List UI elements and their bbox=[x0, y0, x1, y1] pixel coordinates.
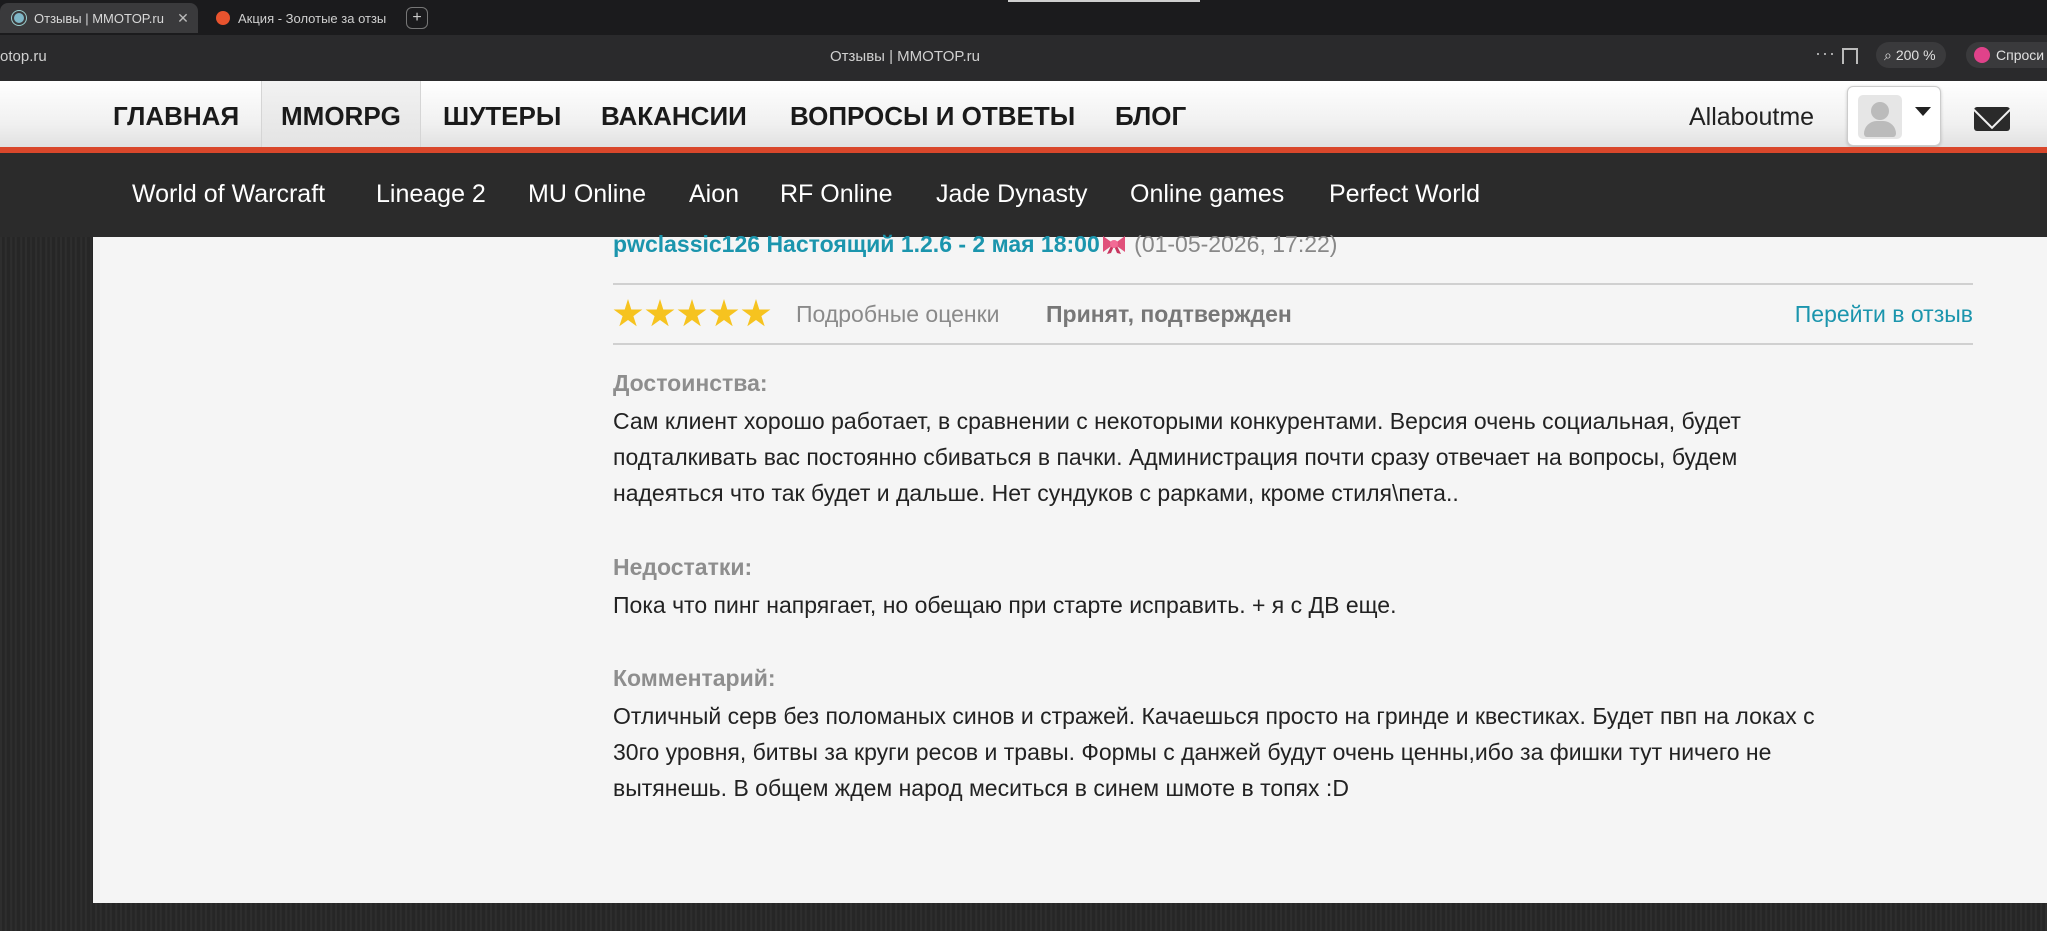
cons-text: Пока что пинг напрягает, но обещаю при с… bbox=[613, 587, 1973, 623]
mail-icon[interactable] bbox=[1974, 107, 2010, 131]
user-menu-button[interactable] bbox=[1847, 86, 1941, 146]
text-line: надеяться что так будет и дальше. Нет су… bbox=[613, 480, 1459, 506]
new-tab-button[interactable]: + bbox=[406, 7, 428, 29]
close-tab-icon[interactable]: ✕ bbox=[174, 10, 192, 27]
magnifier-icon: ⌕ bbox=[1884, 47, 1892, 63]
assistant-label: Спроси bbox=[1996, 47, 2045, 63]
pros-heading: Достоинства: bbox=[613, 370, 768, 396]
text-line: Пока что пинг напрягает, но обещаю при с… bbox=[613, 592, 1397, 618]
subnav-lineage2[interactable]: Lineage 2 bbox=[376, 153, 486, 235]
server-link[interactable]: pwclassic126 Настоящий 1.2.6 - 2 мая 18:… bbox=[613, 231, 1100, 257]
review-content: pwclassic126 Настоящий 1.2.6 - 2 мая 18:… bbox=[93, 231, 2047, 903]
status-badge: Принят, подтвержден bbox=[1046, 301, 1292, 327]
subnav-rf-online[interactable]: RF Online bbox=[780, 153, 893, 235]
text-line: подталкивать вас постоянно сбиваться в п… bbox=[613, 444, 1738, 470]
nav-mmorpg[interactable]: MMORPG bbox=[261, 81, 421, 153]
nav-shooters[interactable]: ШУТЕРЫ bbox=[443, 81, 561, 153]
window-drag-indicator bbox=[1008, 0, 1200, 2]
chevron-down-icon bbox=[1915, 107, 1931, 116]
tab-title: Акция - Золотые за отзы bbox=[238, 10, 387, 26]
more-options-icon[interactable]: ··· bbox=[1815, 43, 1836, 64]
divider bbox=[613, 343, 1973, 345]
text-line: Отличный серв без поломаных синов и стра… bbox=[613, 703, 1815, 729]
nav-vacancies[interactable]: ВАКАНСИИ bbox=[601, 81, 747, 153]
ribbon-icon bbox=[1102, 236, 1125, 254]
nav-blog[interactable]: БЛОГ bbox=[1115, 81, 1186, 153]
browser-tab-bar: Отзывы | MMOTOP.ru ✕ Акция - Золотые за … bbox=[0, 0, 2047, 35]
review-date: (01-05-2026, 17:22) bbox=[1134, 231, 1338, 257]
subnav-mu-online[interactable]: MU Online bbox=[528, 153, 646, 235]
assistant-button[interactable]: Спроси bbox=[1966, 42, 2047, 68]
nav-questions[interactable]: ВОПРОСЫ И ОТВЕТЫ bbox=[790, 81, 1075, 153]
address-bar: otop.ru Отзывы | MMOTOP.ru ··· ⌕ 200 % Сп… bbox=[0, 35, 2047, 81]
subnav-aion[interactable]: Aion bbox=[689, 153, 739, 235]
site-favicon-icon bbox=[12, 11, 26, 25]
zoom-button[interactable]: ⌕ 200 % bbox=[1876, 42, 1946, 68]
tab-reviews[interactable]: Отзывы | MMOTOP.ru ✕ bbox=[0, 3, 198, 33]
subnav-jade-dynasty[interactable]: Jade Dynasty bbox=[936, 153, 1087, 235]
url-text[interactable]: otop.ru bbox=[0, 48, 47, 65]
text-line: Сам клиент хорошо работает, в сравнении … bbox=[613, 408, 1741, 434]
text-line: вытянешь. В общем ждем народ меситься в … bbox=[613, 775, 1349, 801]
divider bbox=[613, 283, 1973, 285]
avatar-head-shape bbox=[1871, 102, 1889, 120]
text-line: 30го уровня, битвы за круги ресов и трав… bbox=[613, 739, 1772, 765]
comment-text: Отличный серв без поломаных синов и стра… bbox=[613, 698, 1973, 806]
review-header: pwclassic126 Настоящий 1.2.6 - 2 мая 18:… bbox=[613, 231, 1337, 258]
comment-heading: Комментарий: bbox=[613, 665, 776, 691]
site-main-nav: ГЛАВНАЯ MMORPG ШУТЕРЫ ВАКАНСИИ ВОПРОСЫ И… bbox=[0, 81, 2047, 153]
star-icon bbox=[677, 299, 707, 327]
pros-text: Сам клиент хорошо работает, в сравнении … bbox=[613, 403, 1973, 511]
subnav-perfect-world[interactable]: Perfect World bbox=[1329, 153, 1480, 235]
game-sub-nav: World of Warcraft Lineage 2 MU Online Ai… bbox=[0, 153, 2047, 237]
subnav-wow[interactable]: World of Warcraft bbox=[132, 153, 325, 235]
subnav-online-games[interactable]: Online games bbox=[1130, 153, 1284, 235]
assistant-icon bbox=[1974, 47, 1990, 63]
star-icon bbox=[645, 299, 675, 327]
star-rating bbox=[613, 299, 773, 329]
tab-title: Отзывы | MMOTOP.ru bbox=[34, 10, 164, 26]
avatar bbox=[1858, 95, 1902, 139]
avatar-body-shape bbox=[1864, 121, 1896, 137]
nav-home[interactable]: ГЛАВНАЯ bbox=[113, 81, 239, 153]
cons-heading: Недостатки: bbox=[613, 554, 753, 580]
star-icon bbox=[709, 299, 739, 327]
zoom-level: 200 % bbox=[1895, 47, 1936, 63]
star-icon bbox=[741, 299, 771, 327]
page-title: Отзывы | MMOTOP.ru bbox=[830, 48, 980, 65]
tab-promo[interactable]: Акция - Золотые за отзы bbox=[204, 3, 394, 33]
site-favicon-icon bbox=[216, 11, 230, 25]
username-link[interactable]: Allaboutme bbox=[1689, 81, 1814, 153]
go-to-review-link[interactable]: Перейти в отзыв bbox=[1795, 301, 1973, 328]
bookmark-icon[interactable] bbox=[1842, 48, 1858, 64]
detailed-ratings-link[interactable]: Подробные оценки bbox=[796, 301, 1000, 328]
star-icon bbox=[613, 299, 643, 327]
